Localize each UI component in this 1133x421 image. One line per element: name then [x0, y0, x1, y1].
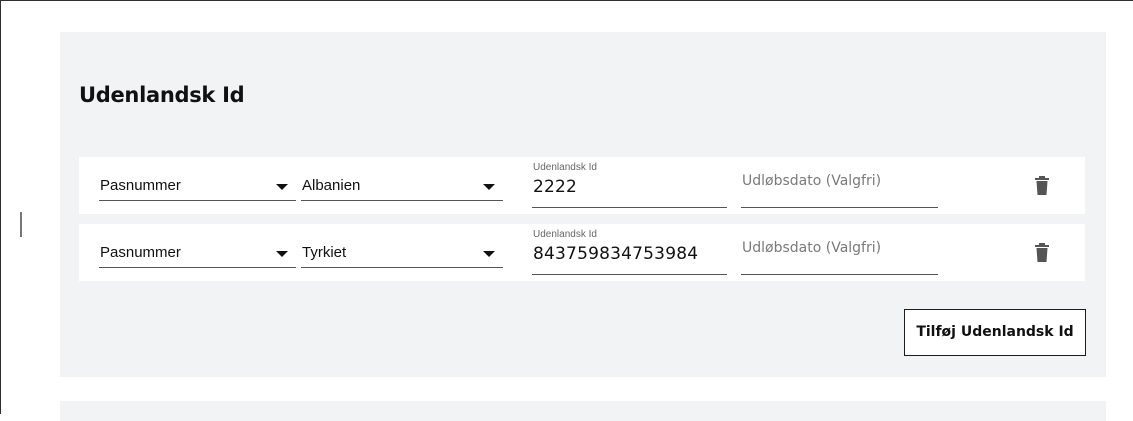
expiry-date-input[interactable]: Udløbsdato (Valgfri) [741, 157, 938, 208]
text-cursor-mark [20, 212, 22, 237]
country-select[interactable]: Tyrkiet [301, 243, 503, 268]
country-value: Tyrkiet [302, 244, 347, 261]
foreign-id-row: Pasnummer Tyrkiet Udenlandsk Id 84375983… [79, 224, 1085, 281]
id-type-value: Pasnummer [100, 177, 181, 194]
caret-down-icon [276, 251, 288, 257]
next-panel [60, 401, 1106, 421]
foreign-id-value: 2222 [533, 177, 578, 197]
foreign-id-panel: Udenlandsk Id Pasnummer Albanien Udenlan… [60, 32, 1106, 377]
expiry-date-placeholder: Udløbsdato (Valgfri) [742, 240, 882, 256]
id-type-select[interactable]: Pasnummer [99, 176, 296, 201]
foreign-id-label: Udenlandsk Id [533, 162, 597, 173]
panel-title: Udenlandsk Id [79, 83, 245, 107]
expiry-date-placeholder: Udløbsdato (Valgfri) [742, 173, 882, 189]
id-type-value: Pasnummer [100, 244, 181, 261]
caret-down-icon [276, 184, 288, 190]
caret-down-icon [483, 184, 495, 190]
caret-down-icon [483, 251, 495, 257]
country-value: Albanien [302, 177, 361, 194]
foreign-id-input[interactable]: Udenlandsk Id 843759834753984 [532, 224, 727, 275]
add-foreign-id-button[interactable]: Tilføj Udenlandsk Id [904, 309, 1086, 356]
expiry-date-input[interactable]: Udløbsdato (Valgfri) [741, 224, 938, 275]
foreign-id-label: Udenlandsk Id [533, 229, 597, 240]
foreign-id-row: Pasnummer Albanien Udenlandsk Id 2222 Ud… [79, 157, 1085, 214]
id-type-select[interactable]: Pasnummer [99, 243, 296, 268]
foreign-id-value: 843759834753984 [533, 244, 699, 264]
country-select[interactable]: Albanien [301, 176, 503, 201]
foreign-id-input[interactable]: Udenlandsk Id 2222 [532, 157, 727, 208]
trash-icon[interactable] [1035, 176, 1049, 195]
trash-icon[interactable] [1035, 243, 1049, 262]
